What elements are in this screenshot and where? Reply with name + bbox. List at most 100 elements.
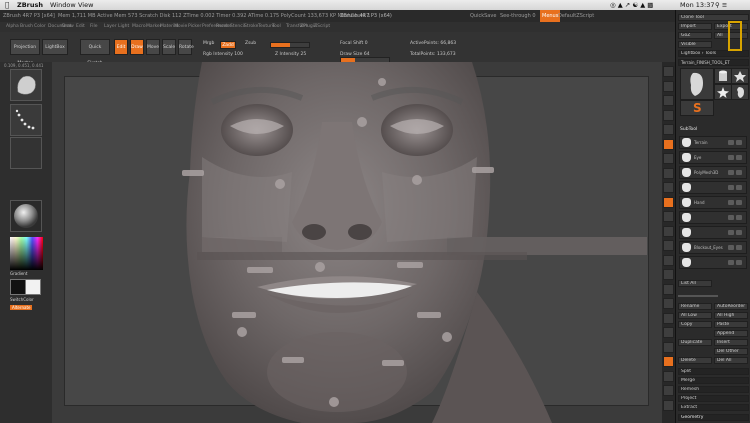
right-shelf-button[interactable] [663,254,674,266]
extract-button[interactable]: Extract [678,404,749,411]
color-picker[interactable] [10,237,43,270]
app-menu[interactable]: ZBrush [17,0,43,10]
visibility-toggle-icon[interactable] [736,155,742,160]
geometry-button[interactable]: Geometry [678,414,749,421]
menu-picker[interactable]: Picker [188,22,201,32]
stroke-thumbnail[interactable] [10,104,42,136]
menu-color[interactable]: Color [34,22,46,32]
right-shelf-button[interactable] [663,298,674,309]
visibility-toggle-icon[interactable] [728,260,734,265]
draw-button[interactable]: Draw [130,39,144,55]
visibility-toggle-icon[interactable] [736,260,742,265]
subtool-item[interactable] [679,211,747,224]
menu-stencil[interactable]: Stencil [230,22,245,32]
right-shelf-button[interactable] [663,153,674,164]
current-tool-thumbnail[interactable] [680,68,714,100]
gradient-label[interactable]: Gradient [10,271,27,276]
project-button[interactable]: Project [678,395,749,402]
all-low-button[interactable]: All Low [678,312,712,319]
right-shelf-button[interactable] [663,399,674,411]
head-tool-thumbnail[interactable] [731,84,749,100]
subtool-item[interactable]: Blockout_Eyes [679,241,747,254]
visibility-toggle-icon[interactable] [728,140,734,145]
remesh-button[interactable]: Remesh [678,386,749,393]
window-menu[interactable]: Window [50,0,76,10]
lightbox-tools-button[interactable]: Lightbox › Tools [678,50,749,57]
del-other-button[interactable]: Del Other [714,348,748,355]
right-shelf-button[interactable] [663,225,674,237]
right-shelf-button[interactable] [663,109,674,121]
list-all-button[interactable]: List All [678,280,712,287]
insert-button[interactable]: Insert [714,339,748,346]
delete-button[interactable]: Delete [678,357,712,364]
right-shelf-button[interactable] [663,138,674,150]
canvas-viewport[interactable] [52,62,662,423]
visibility-toggle-icon[interactable] [728,185,734,190]
menu-layer[interactable]: Layer [104,22,117,32]
menu-macro[interactable]: Macro [132,22,146,32]
right-shelf-button[interactable] [663,182,674,193]
visibility-toggle-icon[interactable] [728,200,734,205]
view-menu[interactable]: View [78,0,93,10]
menu-draw[interactable]: Draw [62,22,74,32]
rotate-button[interactable]: Rotate [178,39,194,55]
rgb-intensity-slider[interactable]: Rgb Intensity 100 [203,52,243,57]
visibility-toggle-icon[interactable] [736,230,742,235]
right-shelf-button[interactable] [663,240,674,251]
visibility-toggle-icon[interactable] [736,170,742,175]
subtool-item[interactable]: Hand [679,196,747,209]
move-button[interactable]: Move [146,39,160,55]
right-shelf-button[interactable] [663,312,674,324]
right-shelf-button[interactable] [663,356,674,367]
simplebrush-thumbnail[interactable]: S [680,100,714,116]
subtool-item[interactable] [679,256,747,269]
menu-edit[interactable]: Edit [76,22,85,32]
alpha-thumbnail[interactable] [10,137,42,169]
mrgb-button[interactable]: Mrgb [203,41,214,46]
subtool-item[interactable]: Eye [679,151,747,164]
scale-button[interactable]: Scale [162,39,176,55]
visible-button[interactable]: Visible [678,41,712,48]
polymesh-tool-thumbnail[interactable] [731,68,749,84]
subtool-header[interactable]: SubTool [680,127,697,132]
right-shelf-button[interactable] [663,370,674,382]
duplicate-button[interactable]: Duplicate [678,339,712,346]
quicksave-button[interactable]: QuickSave [470,10,496,22]
cylinder-tool-thumbnail[interactable] [714,68,732,84]
visibility-toggle-icon[interactable] [728,230,734,235]
goz-button[interactable]: GoZ [678,32,712,39]
right-shelf-button[interactable] [663,196,674,208]
alternate-button[interactable]: Alternate [10,305,33,310]
right-shelf-button[interactable] [663,327,674,338]
visibility-toggle-icon[interactable] [736,215,742,220]
all-high-button[interactable]: All High [714,312,748,319]
visibility-toggle-icon[interactable] [736,245,742,250]
right-shelf-button[interactable] [663,124,674,135]
star-tool-thumbnail[interactable] [714,84,732,100]
subtool-item[interactable]: PolyMesh3D [679,166,747,179]
rename-button[interactable]: Rename [678,303,712,310]
brush-thumbnail[interactable] [10,69,42,101]
menu-stroke[interactable]: Stroke [244,22,258,32]
append-button[interactable]: Append [714,330,748,337]
right-shelf-button[interactable] [663,66,674,77]
material-thumbnail[interactable] [10,200,42,232]
focal-shift-slider[interactable] [270,42,310,48]
visibility-toggle-icon[interactable] [728,155,734,160]
projection-master-button[interactable]: Projection Master [10,39,40,66]
tool-name-slider[interactable]: Terrain_FINISH_TOOL_ET [678,59,749,66]
menu-alpha[interactable]: Alpha [6,22,19,32]
menu-light[interactable]: Light [118,22,129,32]
autoreorder-button[interactable]: AutoReorder [714,303,748,310]
default-zscript[interactable]: DefaultZScript [558,10,594,22]
right-shelf-button[interactable] [663,385,674,396]
visibility-toggle-icon[interactable] [736,200,742,205]
visibility-toggle-icon[interactable] [728,170,734,175]
zadd-button[interactable]: Zadd [220,41,236,49]
subtool-item[interactable] [679,181,747,194]
menu-brush[interactable]: Brush [20,22,33,32]
clone-tool-button[interactable]: Clone Tool [678,14,749,21]
merge-button[interactable]: Merge [678,377,749,384]
copy-button[interactable]: Copy [678,321,712,328]
z-intensity-slider[interactable]: Z Intensity 25 [275,52,306,57]
